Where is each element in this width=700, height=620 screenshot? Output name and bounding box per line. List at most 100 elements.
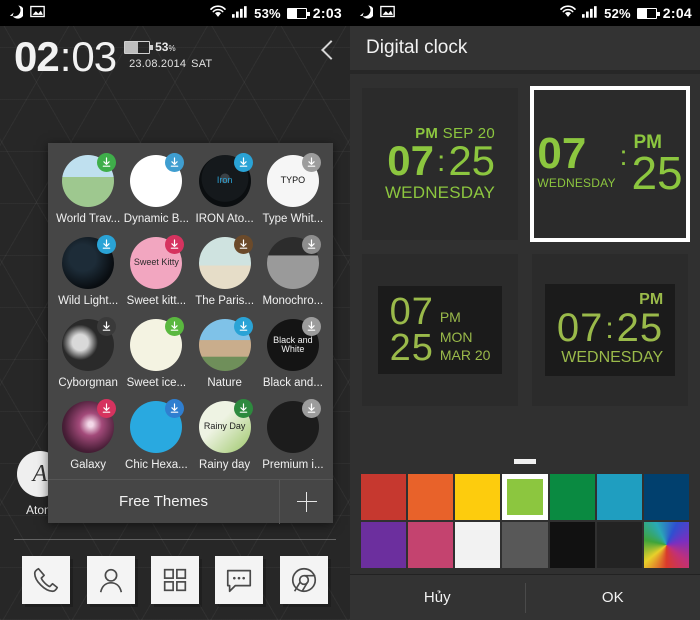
swatch-white[interactable] bbox=[455, 522, 501, 568]
theme-label: Type Whit... bbox=[262, 213, 324, 225]
clock-style-2[interactable]: 07 WEDNESDAY : PM 25 bbox=[530, 86, 690, 242]
download-icon[interactable] bbox=[301, 399, 321, 418]
clock1-hour: 07 bbox=[387, 137, 434, 184]
drag-handle[interactable] bbox=[514, 459, 536, 464]
status-system-icons: 53% 2:03 bbox=[210, 5, 342, 21]
theme-label: IRON Ato... bbox=[195, 213, 254, 225]
theme-item[interactable]: Iron IRON Ato... bbox=[191, 153, 259, 229]
clock-time: 02:03 bbox=[14, 33, 117, 80]
theme-label: Sweet kitt... bbox=[126, 295, 187, 307]
plus-icon[interactable] bbox=[279, 479, 333, 524]
download-icon[interactable] bbox=[233, 399, 253, 418]
swatch-teal[interactable] bbox=[596, 474, 642, 520]
clock1-minute: 25 bbox=[448, 137, 496, 184]
theme-item[interactable]: Nature bbox=[191, 317, 259, 393]
download-icon[interactable] bbox=[165, 235, 185, 254]
clock-separator: : bbox=[59, 33, 72, 80]
clock2-minute: 25 bbox=[631, 147, 683, 199]
dialog-buttons: Hủy OK bbox=[350, 574, 700, 620]
signal-icon bbox=[232, 5, 248, 21]
theme-thumb-text: TYPO bbox=[280, 175, 306, 186]
theme-item[interactable]: The Paris... bbox=[191, 235, 259, 311]
download-icon[interactable] bbox=[233, 235, 253, 254]
theme-item[interactable]: Sweet Kitty Sweet kitt... bbox=[122, 235, 190, 311]
swatch-purple[interactable] bbox=[361, 522, 407, 568]
swatch-green-light[interactable] bbox=[502, 474, 548, 520]
download-icon[interactable] bbox=[165, 399, 185, 418]
theme-item[interactable]: Black and White Black and... bbox=[259, 317, 327, 393]
swatch-near-black[interactable] bbox=[596, 522, 642, 568]
clock3-row1: 07 PM bbox=[390, 293, 491, 331]
clock-style-4[interactable]: PM 07:25 WEDNESDAY bbox=[532, 254, 688, 406]
theme-item[interactable]: Monochro... bbox=[259, 235, 327, 311]
theme-item[interactable]: Chic Hexa... bbox=[122, 399, 190, 475]
theme-item[interactable]: Premium i... bbox=[259, 399, 327, 475]
download-icon[interactable] bbox=[97, 399, 117, 418]
download-icon[interactable] bbox=[233, 317, 253, 336]
free-themes-button[interactable]: Free Themes bbox=[48, 493, 279, 510]
theme-item[interactable]: Cyborgman bbox=[54, 317, 122, 393]
download-icon[interactable] bbox=[165, 153, 185, 172]
wifi-icon bbox=[560, 5, 576, 21]
download-icon[interactable] bbox=[301, 235, 321, 254]
theme-thumb-wrap: Iron bbox=[198, 153, 253, 207]
theme-item[interactable]: Dynamic B... bbox=[122, 153, 190, 229]
swatch-green-dark[interactable] bbox=[549, 474, 595, 520]
swatch-color-wheel[interactable] bbox=[643, 522, 689, 568]
clock2-right: PM 25 bbox=[631, 133, 683, 199]
swatch-grey[interactable] bbox=[502, 522, 548, 568]
theme-label: Premium i... bbox=[262, 459, 324, 471]
phone-icon[interactable] bbox=[22, 556, 71, 604]
theme-panel-footer: Free Themes bbox=[48, 479, 333, 524]
download-icon[interactable] bbox=[97, 235, 117, 254]
theme-item[interactable]: TYPO Type Whit... bbox=[259, 153, 327, 229]
status-notification-icons-right bbox=[358, 4, 395, 22]
swatch-orange[interactable] bbox=[408, 474, 454, 520]
moon-icon bbox=[8, 4, 25, 22]
swatch-yellow[interactable] bbox=[455, 474, 501, 520]
swatch-black[interactable] bbox=[549, 522, 595, 568]
theme-thumb-text: Black and White bbox=[273, 334, 313, 354]
theme-item[interactable]: World Trav... bbox=[54, 153, 122, 229]
gallery-icon bbox=[30, 5, 45, 21]
download-icon[interactable] bbox=[97, 317, 117, 336]
download-icon[interactable] bbox=[301, 317, 321, 336]
download-icon[interactable] bbox=[97, 153, 117, 172]
clock-minute: 03 bbox=[71, 33, 117, 80]
swatch-blue-dark[interactable] bbox=[643, 474, 689, 520]
homescreen-clock-widget[interactable]: 02:03 53% 23.08.2014 SAT bbox=[14, 36, 212, 78]
messages-icon[interactable] bbox=[215, 556, 264, 604]
moon-icon bbox=[358, 4, 375, 22]
browser-icon[interactable] bbox=[279, 556, 328, 604]
widget-battery-icon bbox=[124, 40, 154, 54]
swatch-red[interactable] bbox=[361, 474, 407, 520]
app-drawer-icon[interactable] bbox=[150, 556, 199, 604]
clock3-date: MAR 20 bbox=[439, 347, 491, 363]
theme-item[interactable]: Wild Light... bbox=[54, 235, 122, 311]
theme-item[interactable]: Galaxy bbox=[54, 399, 122, 475]
theme-item[interactable]: Sweet ice... bbox=[122, 317, 190, 393]
download-icon[interactable] bbox=[233, 153, 253, 172]
contacts-icon[interactable] bbox=[86, 556, 135, 604]
theme-thumb-wrap: Sweet Kitty bbox=[130, 235, 185, 289]
theme-thumb-wrap bbox=[130, 153, 185, 207]
chevron-left-icon[interactable] bbox=[320, 40, 334, 62]
theme-thumb-wrap: Black and White bbox=[266, 317, 321, 371]
download-icon[interactable] bbox=[301, 153, 321, 172]
ok-button[interactable]: OK bbox=[526, 589, 700, 606]
dock bbox=[0, 554, 350, 606]
dual-screenshot: 53% 2:03 02:03 53% 23.08.2014 SAT A Atom… bbox=[0, 0, 700, 620]
cancel-button[interactable]: Hủy bbox=[350, 589, 525, 606]
left-status-bar: 53% 2:03 bbox=[0, 0, 350, 26]
download-icon[interactable] bbox=[165, 317, 185, 336]
status-battery-percent: 52% bbox=[604, 5, 631, 21]
clock-battery-row: 53% bbox=[124, 40, 212, 54]
status-battery-percent: 53% bbox=[254, 5, 281, 21]
theme-item[interactable]: Rainy Day Rainy day bbox=[191, 399, 259, 475]
clock-style-3[interactable]: 07 PM 25 MON MAR 20 bbox=[362, 254, 518, 406]
theme-label: Black and... bbox=[262, 377, 323, 389]
swatch-pink[interactable] bbox=[408, 522, 454, 568]
clock3-weekday: MON bbox=[439, 329, 473, 345]
clock-style-1[interactable]: PM SEP 20 07:25 WEDNESDAY bbox=[362, 88, 518, 240]
clock3-datecol: MON MAR 20 bbox=[434, 330, 491, 366]
